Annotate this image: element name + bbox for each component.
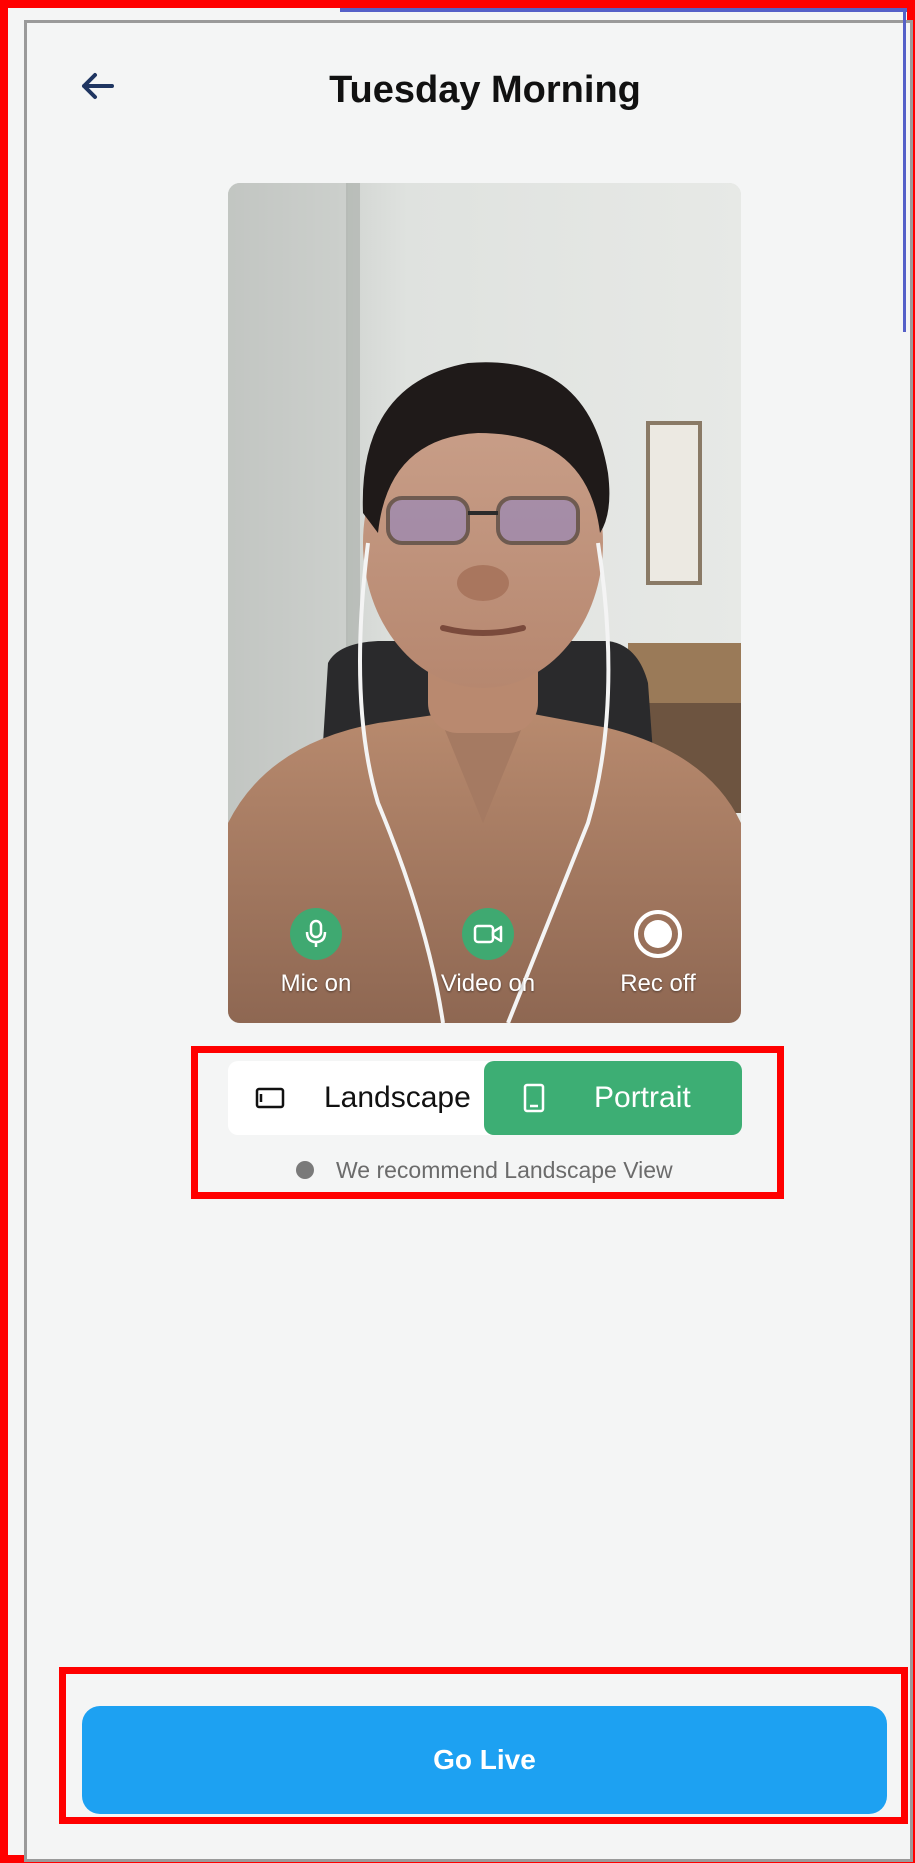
landscape-icon <box>250 1078 290 1118</box>
info-dot-icon <box>296 1161 314 1179</box>
landscape-option[interactable]: Landscape <box>228 1061 485 1135</box>
back-button[interactable] <box>74 68 122 108</box>
scroll-indicator <box>903 12 906 332</box>
camera-feed-image <box>228 183 741 1023</box>
hint-text: We recommend Landscape View <box>336 1156 673 1183</box>
landscape-label: Landscape <box>324 1081 471 1114</box>
mic-toggle[interactable]: Mic on <box>246 908 386 998</box>
video-camera-icon <box>462 908 514 960</box>
top-accent-bar <box>340 8 907 12</box>
orientation-hint: We recommend Landscape View <box>296 1153 673 1187</box>
orientation-toggle: Landscape Portrait <box>228 1061 742 1135</box>
portrait-icon <box>514 1078 554 1118</box>
record-label: Rec off <box>620 970 696 997</box>
microphone-icon <box>290 908 342 960</box>
record-icon <box>632 908 684 960</box>
record-toggle[interactable]: Rec off <box>588 908 728 998</box>
go-live-button[interactable]: Go Live <box>82 1706 887 1814</box>
video-toggle[interactable]: Video on <box>418 908 558 998</box>
portrait-option[interactable]: Portrait <box>484 1061 742 1135</box>
portrait-label: Portrait <box>594 1081 691 1114</box>
video-label: Video on <box>440 970 536 997</box>
arrow-left-icon <box>81 72 115 105</box>
camera-preview: Mic on Video on Rec off <box>228 183 741 1023</box>
mic-label: Mic on <box>280 970 352 997</box>
page-title: Tuesday Morning <box>329 69 641 111</box>
